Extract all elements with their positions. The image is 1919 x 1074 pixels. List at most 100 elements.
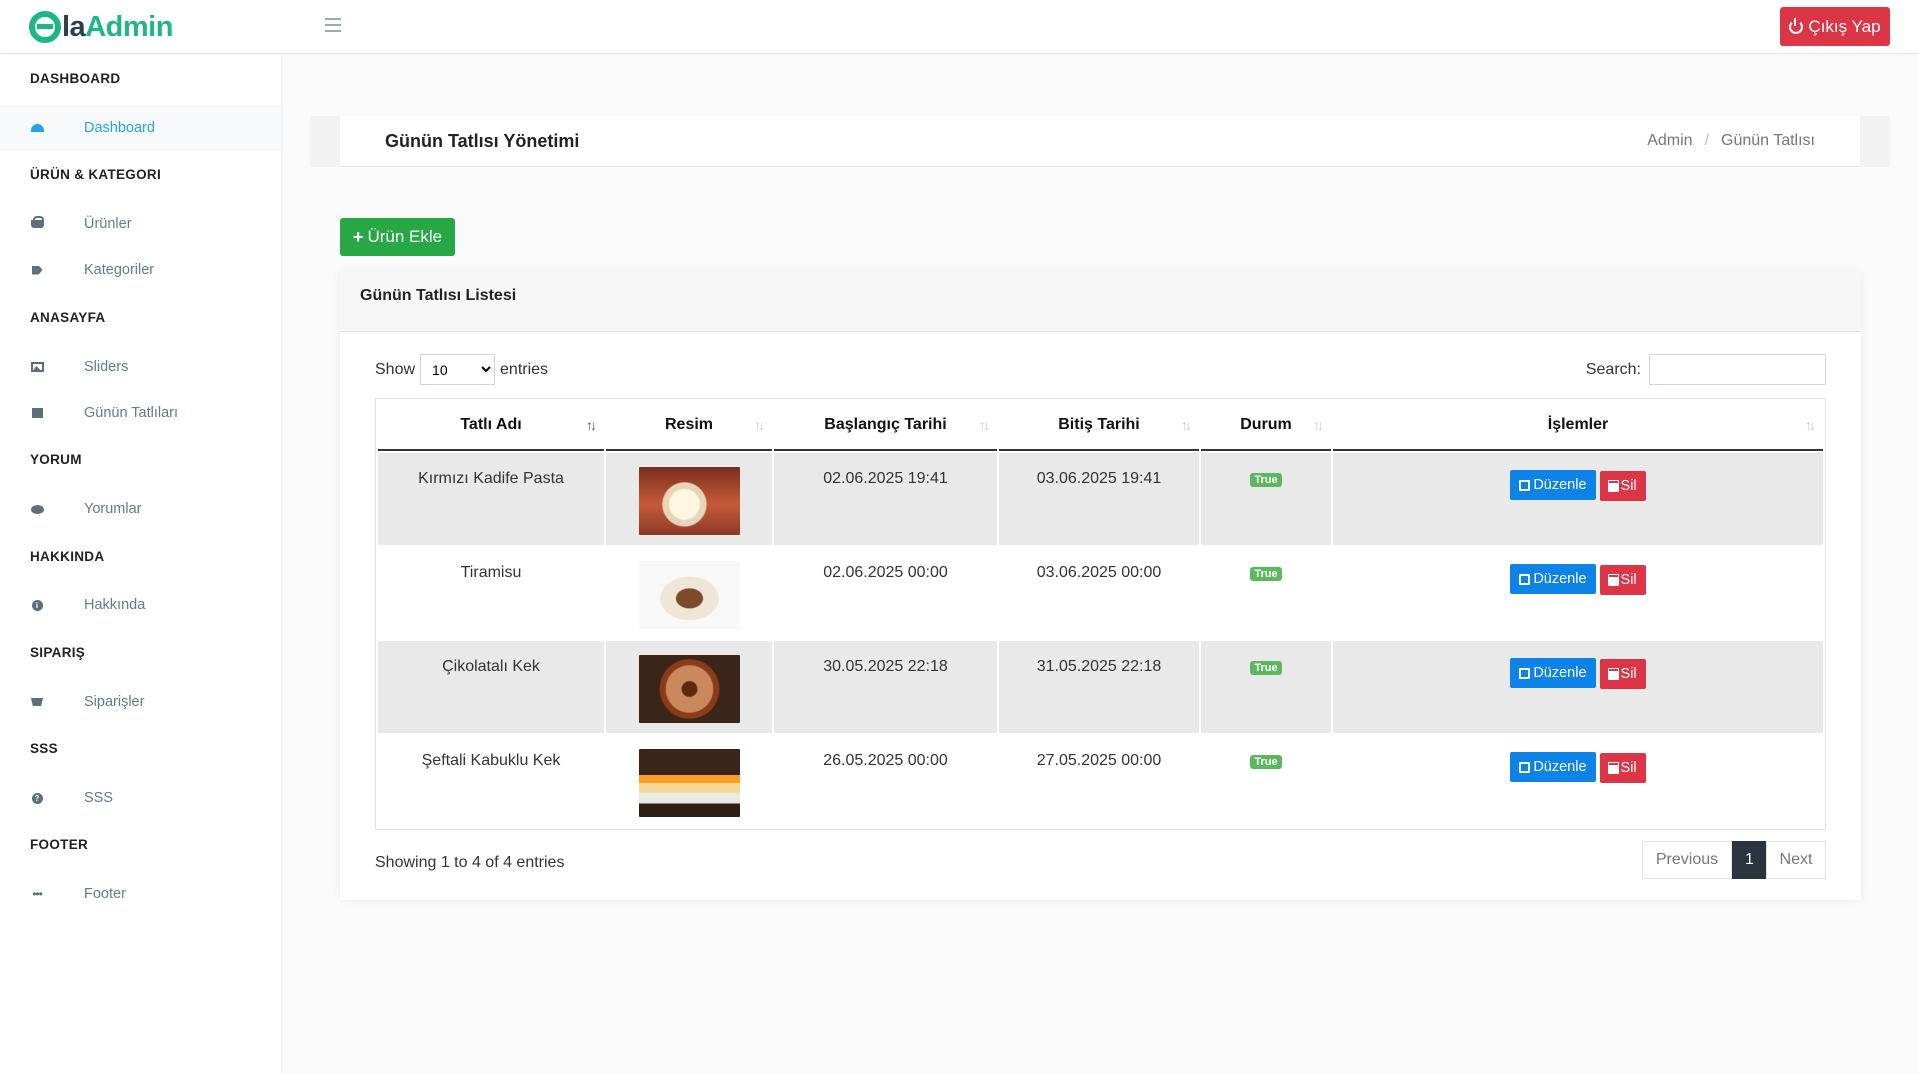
edit-button[interactable]: Düzenle	[1510, 752, 1596, 782]
column-label: Durum	[1240, 416, 1292, 433]
pagination-page-1[interactable]: 1	[1732, 841, 1767, 879]
nav-caption-siparis: SIPARIŞ	[30, 645, 86, 660]
tags-icon	[30, 264, 44, 276]
card-header: Günün Tatlısı Listesi	[340, 272, 1861, 332]
cell-image	[606, 735, 772, 827]
table-row: Şeftali Kabuklu Kek 26.05.2025 00:00 27.…	[378, 735, 1823, 827]
table-row: Kırmızı Kadife Pasta 02.06.2025 19:41 03…	[378, 453, 1823, 545]
trash-icon	[1607, 667, 1619, 680]
gauge-icon	[30, 122, 44, 134]
page-titles-bar: Günün Tatlısı Yönetimi Admin / Günün Tat…	[310, 116, 1890, 167]
topbar: la Admin Çıkış Yap	[0, 0, 1919, 54]
dessert-table: Tatlı Adı ↑↓ Resim ↑↓ Başlangıç Tarihi ↑↓ B…	[375, 398, 1826, 830]
breadcrumb-admin[interactable]: Admin	[1647, 132, 1692, 150]
sidebar-item-urunler[interactable]: Ürünler	[0, 201, 281, 247]
sidebar-item-yorumlar[interactable]: Yorumlar	[0, 486, 281, 532]
plus-icon: +	[352, 227, 364, 247]
trash-icon	[1607, 479, 1619, 492]
delete-label: Sil	[1620, 665, 1637, 682]
column-header-tatli-adi[interactable]: Tatlı Adı ↑↓	[378, 401, 604, 451]
pagination-previous[interactable]: Previous	[1642, 841, 1732, 879]
sidebar-item-label: Hakkında	[84, 597, 146, 613]
sidebar-item-dashboard[interactable]: Dashboard	[0, 105, 281, 151]
delete-label: Sil	[1620, 477, 1637, 494]
delete-button[interactable]: Sil	[1599, 752, 1646, 783]
status-badge: True	[1250, 755, 1282, 769]
cell-actions: Düzenle Sil	[1333, 735, 1823, 827]
edit-label: Düzenle	[1533, 571, 1587, 587]
table-row: Tiramisu 02.06.2025 00:00 03.06.2025 00:…	[378, 547, 1823, 639]
column-header-durum[interactable]: Durum ↑↓	[1201, 401, 1331, 451]
image-icon	[30, 361, 44, 373]
edit-button[interactable]: Düzenle	[1510, 658, 1596, 688]
breadcrumb: Admin / Günün Tatlısı	[1647, 132, 1815, 150]
cell-actions: Düzenle Sil	[1333, 547, 1823, 639]
add-product-button[interactable]: + Ürün Ekle	[340, 218, 455, 256]
entries-length-select[interactable]: 10	[420, 354, 496, 385]
delete-label: Sil	[1620, 759, 1637, 776]
breadcrumb-current: Günün Tatlısı	[1721, 132, 1815, 149]
sidebar-item-sliders[interactable]: Sliders	[0, 344, 281, 390]
column-header-bitis-tarihi[interactable]: Bitiş Tarihi ↑↓	[999, 401, 1199, 451]
table-row: Çikolatalı Kek 30.05.2025 22:18 31.05.20…	[378, 641, 1823, 733]
sidebar-item-hakkinda[interactable]: i Hakkında	[0, 582, 281, 628]
sidebar-item-siparisler[interactable]: Siparişler	[0, 679, 281, 725]
edit-icon	[1519, 479, 1531, 491]
cell-status: True	[1201, 547, 1331, 639]
sort-icon: ↑↓	[1313, 417, 1324, 433]
sidebar-item-label: Günün Tatlıları	[84, 405, 179, 421]
sort-icon: ↑↓	[979, 417, 990, 433]
edit-label: Düzenle	[1533, 759, 1587, 775]
column-header-islemler[interactable]: İşlemler ↑↓	[1333, 401, 1823, 451]
cell-dessert-name: Tiramisu	[378, 547, 604, 639]
trash-icon	[1607, 761, 1619, 774]
cell-image	[606, 641, 772, 733]
cell-status: True	[1201, 641, 1331, 733]
cell-dessert-name: Kırmızı Kadife Pasta	[378, 453, 604, 545]
app-logo[interactable]: la Admin	[29, 10, 173, 44]
sidebar-item-label: Dashboard	[84, 120, 155, 136]
column-label: İşlemler	[1547, 416, 1609, 433]
column-label: Resim	[664, 416, 714, 433]
delete-button[interactable]: Sil	[1599, 564, 1646, 595]
column-header-baslangic-tarihi[interactable]: Başlangıç Tarihi ↑↓	[774, 401, 997, 451]
sidebar-item-label: Yorumlar	[84, 501, 142, 517]
cell-dessert-name: Çikolatalı Kek	[378, 641, 604, 733]
sort-icon: ↑↓	[586, 417, 597, 433]
hamburger-menu-icon[interactable]	[325, 18, 341, 34]
ellipsis-icon: •••	[32, 887, 43, 901]
sidebar-item-kategoriler[interactable]: Kategoriler	[0, 247, 281, 293]
nav-caption-sss: SSS	[30, 741, 58, 756]
question-icon: ?	[30, 792, 44, 804]
nav-caption-anasayfa: ANASAYFA	[30, 310, 106, 325]
sidebar-item-gunun-tatlilari[interactable]: Günün Tatlıları	[0, 390, 281, 436]
page-title: Günün Tatlısı Yönetimi	[385, 131, 580, 151]
edit-button[interactable]: Düzenle	[1510, 470, 1596, 500]
column-header-resim[interactable]: Resim ↑↓	[606, 401, 772, 451]
entries-length-control: Show 10 entries	[375, 354, 548, 385]
cell-actions: Düzenle Sil	[1333, 453, 1823, 545]
cell-image	[606, 453, 772, 545]
logo-text-la: la	[62, 10, 86, 43]
table-info: Showing 1 to 4 of 4 entries	[375, 854, 565, 871]
cell-status: True	[1201, 453, 1331, 545]
nav-caption-dashboard: DASHBOARD	[30, 71, 121, 86]
delete-button[interactable]: Sil	[1599, 470, 1646, 501]
card-title: Günün Tatlısı Listesi	[360, 287, 517, 304]
edit-button[interactable]: Düzenle	[1510, 564, 1596, 594]
search-label: Search:	[1585, 360, 1641, 378]
cell-status: True	[1201, 735, 1331, 827]
dessert-thumbnail	[638, 561, 740, 629]
logout-button[interactable]: Çıkış Yap	[1780, 7, 1890, 46]
pagination: Previous 1 Next	[1642, 841, 1826, 879]
cell-end-date: 31.05.2025 22:18	[999, 641, 1199, 733]
sidebar-item-footer[interactable]: ••• Footer	[0, 871, 281, 917]
sidebar-item-sss[interactable]: ? SSS	[0, 775, 281, 821]
info-icon: i	[30, 599, 44, 611]
delete-label: Sil	[1620, 571, 1637, 588]
delete-button[interactable]: Sil	[1599, 658, 1646, 689]
list-card: Günün Tatlısı Listesi Show 10 entries Se…	[340, 272, 1861, 900]
search-input[interactable]	[1649, 354, 1826, 385]
pagination-next[interactable]: Next	[1766, 841, 1826, 879]
sidebar-item-label: Sliders	[84, 359, 129, 375]
